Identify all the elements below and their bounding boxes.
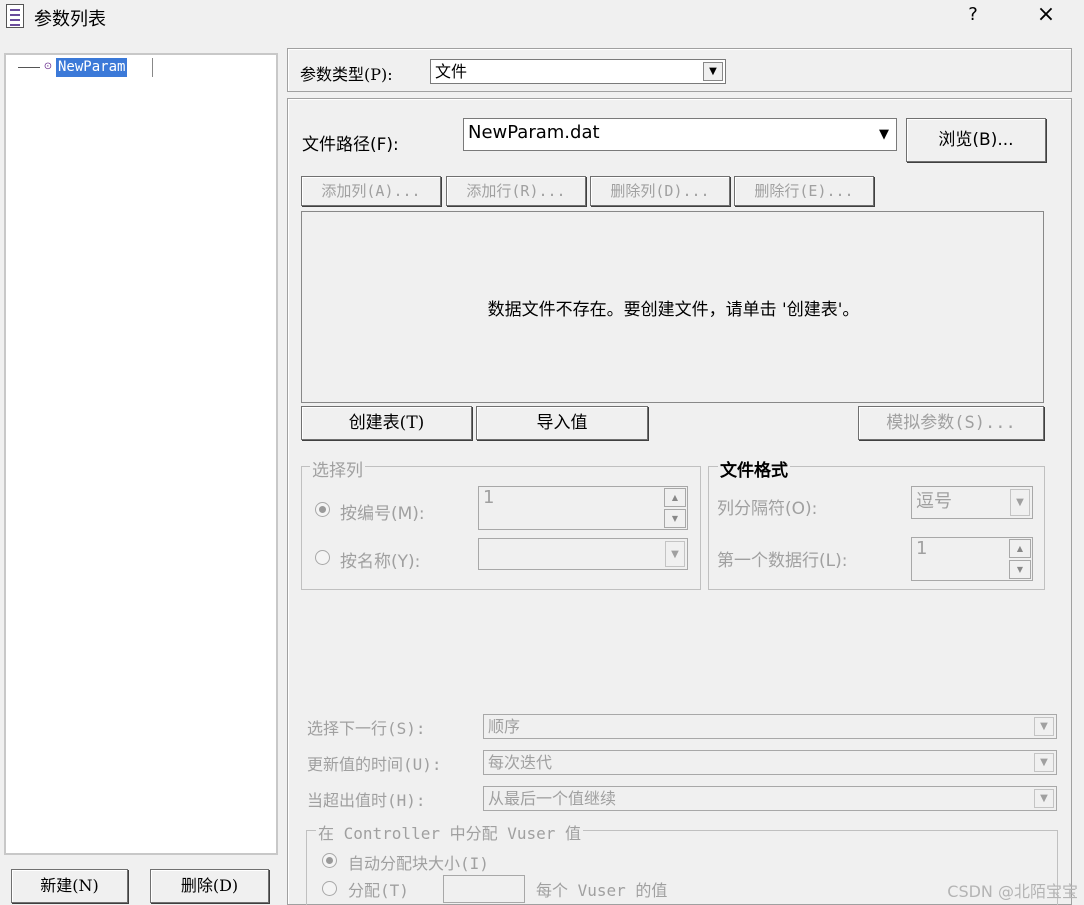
window-title: 参数列表 [34,9,106,30]
first-data-row-spinner[interactable]: 1 ▲ ▼ [911,537,1033,581]
out-of-values-label: 当超出值时(H): [307,791,426,810]
select-next-row-label: 选择下一行(S): [307,719,426,738]
delimiter-value: 逗号 [916,491,952,512]
update-value-value: 每次迭代 [488,753,553,772]
data-table-area[interactable]: 数据文件不存在。要创建文件，请单击 '创建表'。 [301,211,1044,403]
chevron-down-icon[interactable]: ▼ [1034,789,1054,808]
edit-caret [152,58,153,77]
spin-down-icon[interactable]: ▼ [664,509,686,528]
tree-connector [18,67,40,68]
chevron-down-icon[interactable]: ▼ [665,541,685,567]
vuser-allocation-title: 在 Controller 中分配 Vuser 值 [316,820,584,844]
by-name-radio[interactable] [315,550,330,565]
column-name-select[interactable]: ▼ [478,538,688,570]
watermark: CSDN @北陌宝宝 [947,882,1078,901]
auto-allocate-label: 自动分配块大小(I) [348,854,489,873]
by-name-label: 按名称(Y): [340,552,421,572]
column-number-value: 1 [483,487,495,508]
delimiter-select[interactable]: 逗号 ▼ [911,486,1033,519]
import-values-button[interactable]: 导入值 [476,406,648,440]
empty-file-message: 数据文件不存在。要创建文件，请单击 '创建表'。 [487,300,860,320]
spin-up-icon[interactable]: ▲ [1009,539,1031,558]
parameter-type-select[interactable]: 文件 ▼ [430,59,726,84]
column-number-spinner[interactable]: 1 ▲ ▼ [478,486,688,530]
browse-button[interactable]: 浏览(B)... [906,118,1046,162]
first-data-row-value: 1 [916,538,928,559]
select-next-row-select[interactable]: 顺序 ▼ [483,714,1057,739]
add-column-button[interactable]: 添加列(A)... [301,176,441,206]
delete-parameter-button[interactable]: 删除(D) [150,869,269,903]
out-of-values-value: 从最后一个值继续 [488,789,617,808]
chevron-down-icon[interactable]: ▼ [1010,489,1030,516]
file-format-title: 文件格式 [718,456,790,481]
select-column-title: 选择列 [310,456,365,481]
parameter-icon: ⊙ [43,61,53,72]
chevron-down-icon[interactable]: ▼ [703,62,723,81]
auto-allocate-radio[interactable] [322,853,337,868]
chevron-down-icon[interactable]: ▼ [1034,717,1054,736]
title-bar: 参数列表 ? × [0,0,1084,36]
help-icon[interactable]: ? [961,4,985,25]
tree-item-newparam[interactable]: NewParam [56,58,128,77]
file-path-label: 文件路径(F): [302,135,399,155]
simulate-parameter-button[interactable]: 模拟参数(S)... [858,406,1044,440]
update-value-select[interactable]: 每次迭代 ▼ [483,750,1057,775]
chevron-down-icon[interactable]: ▼ [1034,753,1054,772]
allocate-label: 分配(T) [348,881,409,900]
parameter-list-icon [6,4,24,28]
first-data-row-label: 第一个数据行(L): [717,551,848,571]
file-path-combo[interactable]: NewParam.dat ▼ [463,118,897,151]
close-icon[interactable]: × [1032,2,1060,27]
spin-down-icon[interactable]: ▼ [1009,560,1031,579]
values-per-vuser-label: 每个 Vuser 的值 [536,881,668,900]
create-table-button[interactable]: 创建表(T) [301,406,472,440]
allocate-radio[interactable] [322,881,337,896]
delimiter-label: 列分隔符(O): [717,499,818,519]
spin-up-icon[interactable]: ▲ [664,488,686,507]
delete-row-button[interactable]: 删除行(E)... [734,176,874,206]
select-next-row-value: 顺序 [488,717,521,736]
file-path-value[interactable]: NewParam.dat [468,119,600,147]
chevron-down-icon[interactable]: ▼ [874,121,894,148]
by-number-label: 按编号(M): [340,504,425,524]
by-number-radio[interactable] [315,502,330,517]
parameter-type-value: 文件 [435,62,468,81]
allocate-input[interactable] [443,875,525,903]
delete-column-button[interactable]: 删除列(D)... [590,176,730,206]
update-value-label: 更新值的时间(U): [307,755,442,774]
parameter-tree[interactable]: ⊙ NewParam [4,53,278,855]
add-row-button[interactable]: 添加行(R)... [446,176,586,206]
parameter-type-label: 参数类型(P): [300,65,393,84]
out-of-values-select[interactable]: 从最后一个值继续 ▼ [483,786,1057,811]
new-parameter-button[interactable]: 新建(N) [11,869,128,903]
